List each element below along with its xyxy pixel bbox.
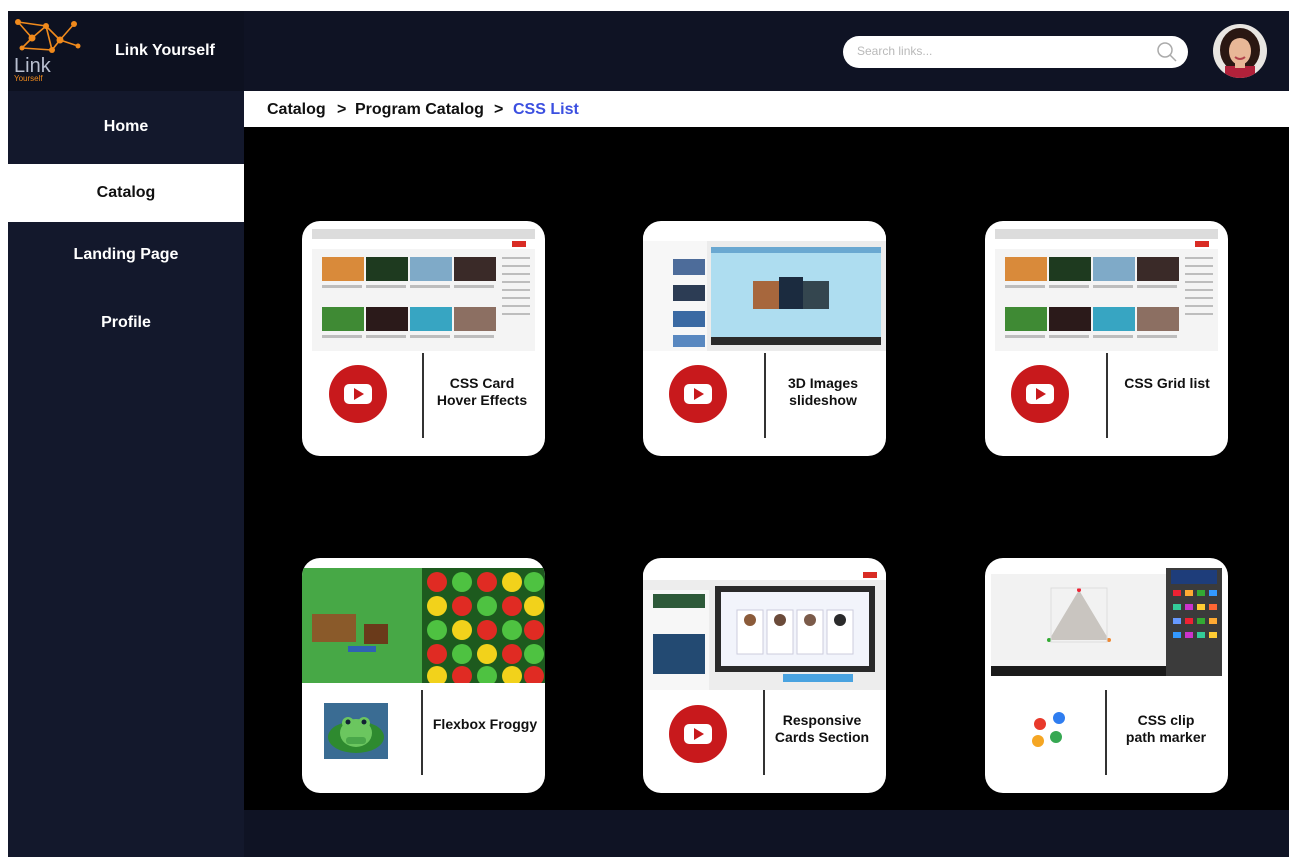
sidebar: Home Catalog Landing Page Profile xyxy=(8,91,244,857)
search-bar xyxy=(843,36,1188,68)
sidebar-item-home[interactable]: Home xyxy=(8,118,244,136)
card-css-clip-path-marker[interactable]: CSS clip path marker xyxy=(985,558,1228,793)
sidebar-item-profile[interactable]: Profile xyxy=(8,314,244,332)
card-title: CSS clip path marker xyxy=(1125,712,1207,745)
dots-icon xyxy=(1032,712,1065,747)
youtube-icon xyxy=(669,705,727,763)
breadcrumb-item-catalog[interactable]: Catalog xyxy=(267,101,326,119)
card-thumbnail xyxy=(991,568,1222,676)
catalog-content: CSS Card Hover Effects 3D Images slidesh… xyxy=(244,127,1289,810)
breadcrumb-separator: > xyxy=(494,101,504,118)
card-divider xyxy=(1106,353,1108,438)
breadcrumb-separator: > xyxy=(337,101,347,118)
breadcrumb-item-program-catalog[interactable]: Program Catalog xyxy=(355,101,484,119)
search-icon[interactable] xyxy=(1156,41,1178,63)
card-title: Responsive Cards Section xyxy=(774,712,870,745)
card-title: Flexbox Froggy xyxy=(432,716,538,732)
card-thumbnail xyxy=(643,229,886,351)
youtube-icon xyxy=(669,365,727,423)
card-title: 3D Images slideshow xyxy=(787,375,859,408)
card-thumbnail xyxy=(312,229,535,351)
sidebar-item-catalog[interactable]: Catalog xyxy=(8,164,244,222)
app-title: Link Yourself xyxy=(115,42,215,59)
card-responsive-cards-section[interactable]: Responsive Cards Section xyxy=(643,558,886,793)
card-thumbnail xyxy=(302,568,545,683)
card-thumbnail xyxy=(643,570,886,690)
card-flexbox-froggy[interactable]: Flexbox Froggy xyxy=(302,558,545,793)
logo-icon[interactable]: Link Yourself xyxy=(12,16,84,82)
card-title: CSS Card Hover Effects xyxy=(436,375,528,408)
frog-icon xyxy=(324,703,388,759)
card-thumbnail xyxy=(995,229,1218,351)
youtube-icon xyxy=(1011,365,1069,423)
breadcrumb-current: CSS List xyxy=(513,101,579,118)
svg-text:Yourself: Yourself xyxy=(14,74,43,82)
card-3d-images-slideshow[interactable]: 3D Images slideshow xyxy=(643,221,886,456)
card-css-card-hover-effects[interactable]: CSS Card Hover Effects xyxy=(302,221,545,456)
youtube-icon xyxy=(329,365,387,423)
breadcrumb: Catalog > Program Catalog > CSS List xyxy=(244,91,1289,127)
user-avatar[interactable] xyxy=(1213,24,1267,78)
card-css-grid-list[interactable]: CSS Grid list xyxy=(985,221,1228,456)
card-title: CSS Grid list xyxy=(1124,375,1210,391)
sidebar-item-landing-page[interactable]: Landing Page xyxy=(8,246,244,264)
search-input[interactable] xyxy=(855,43,1149,59)
